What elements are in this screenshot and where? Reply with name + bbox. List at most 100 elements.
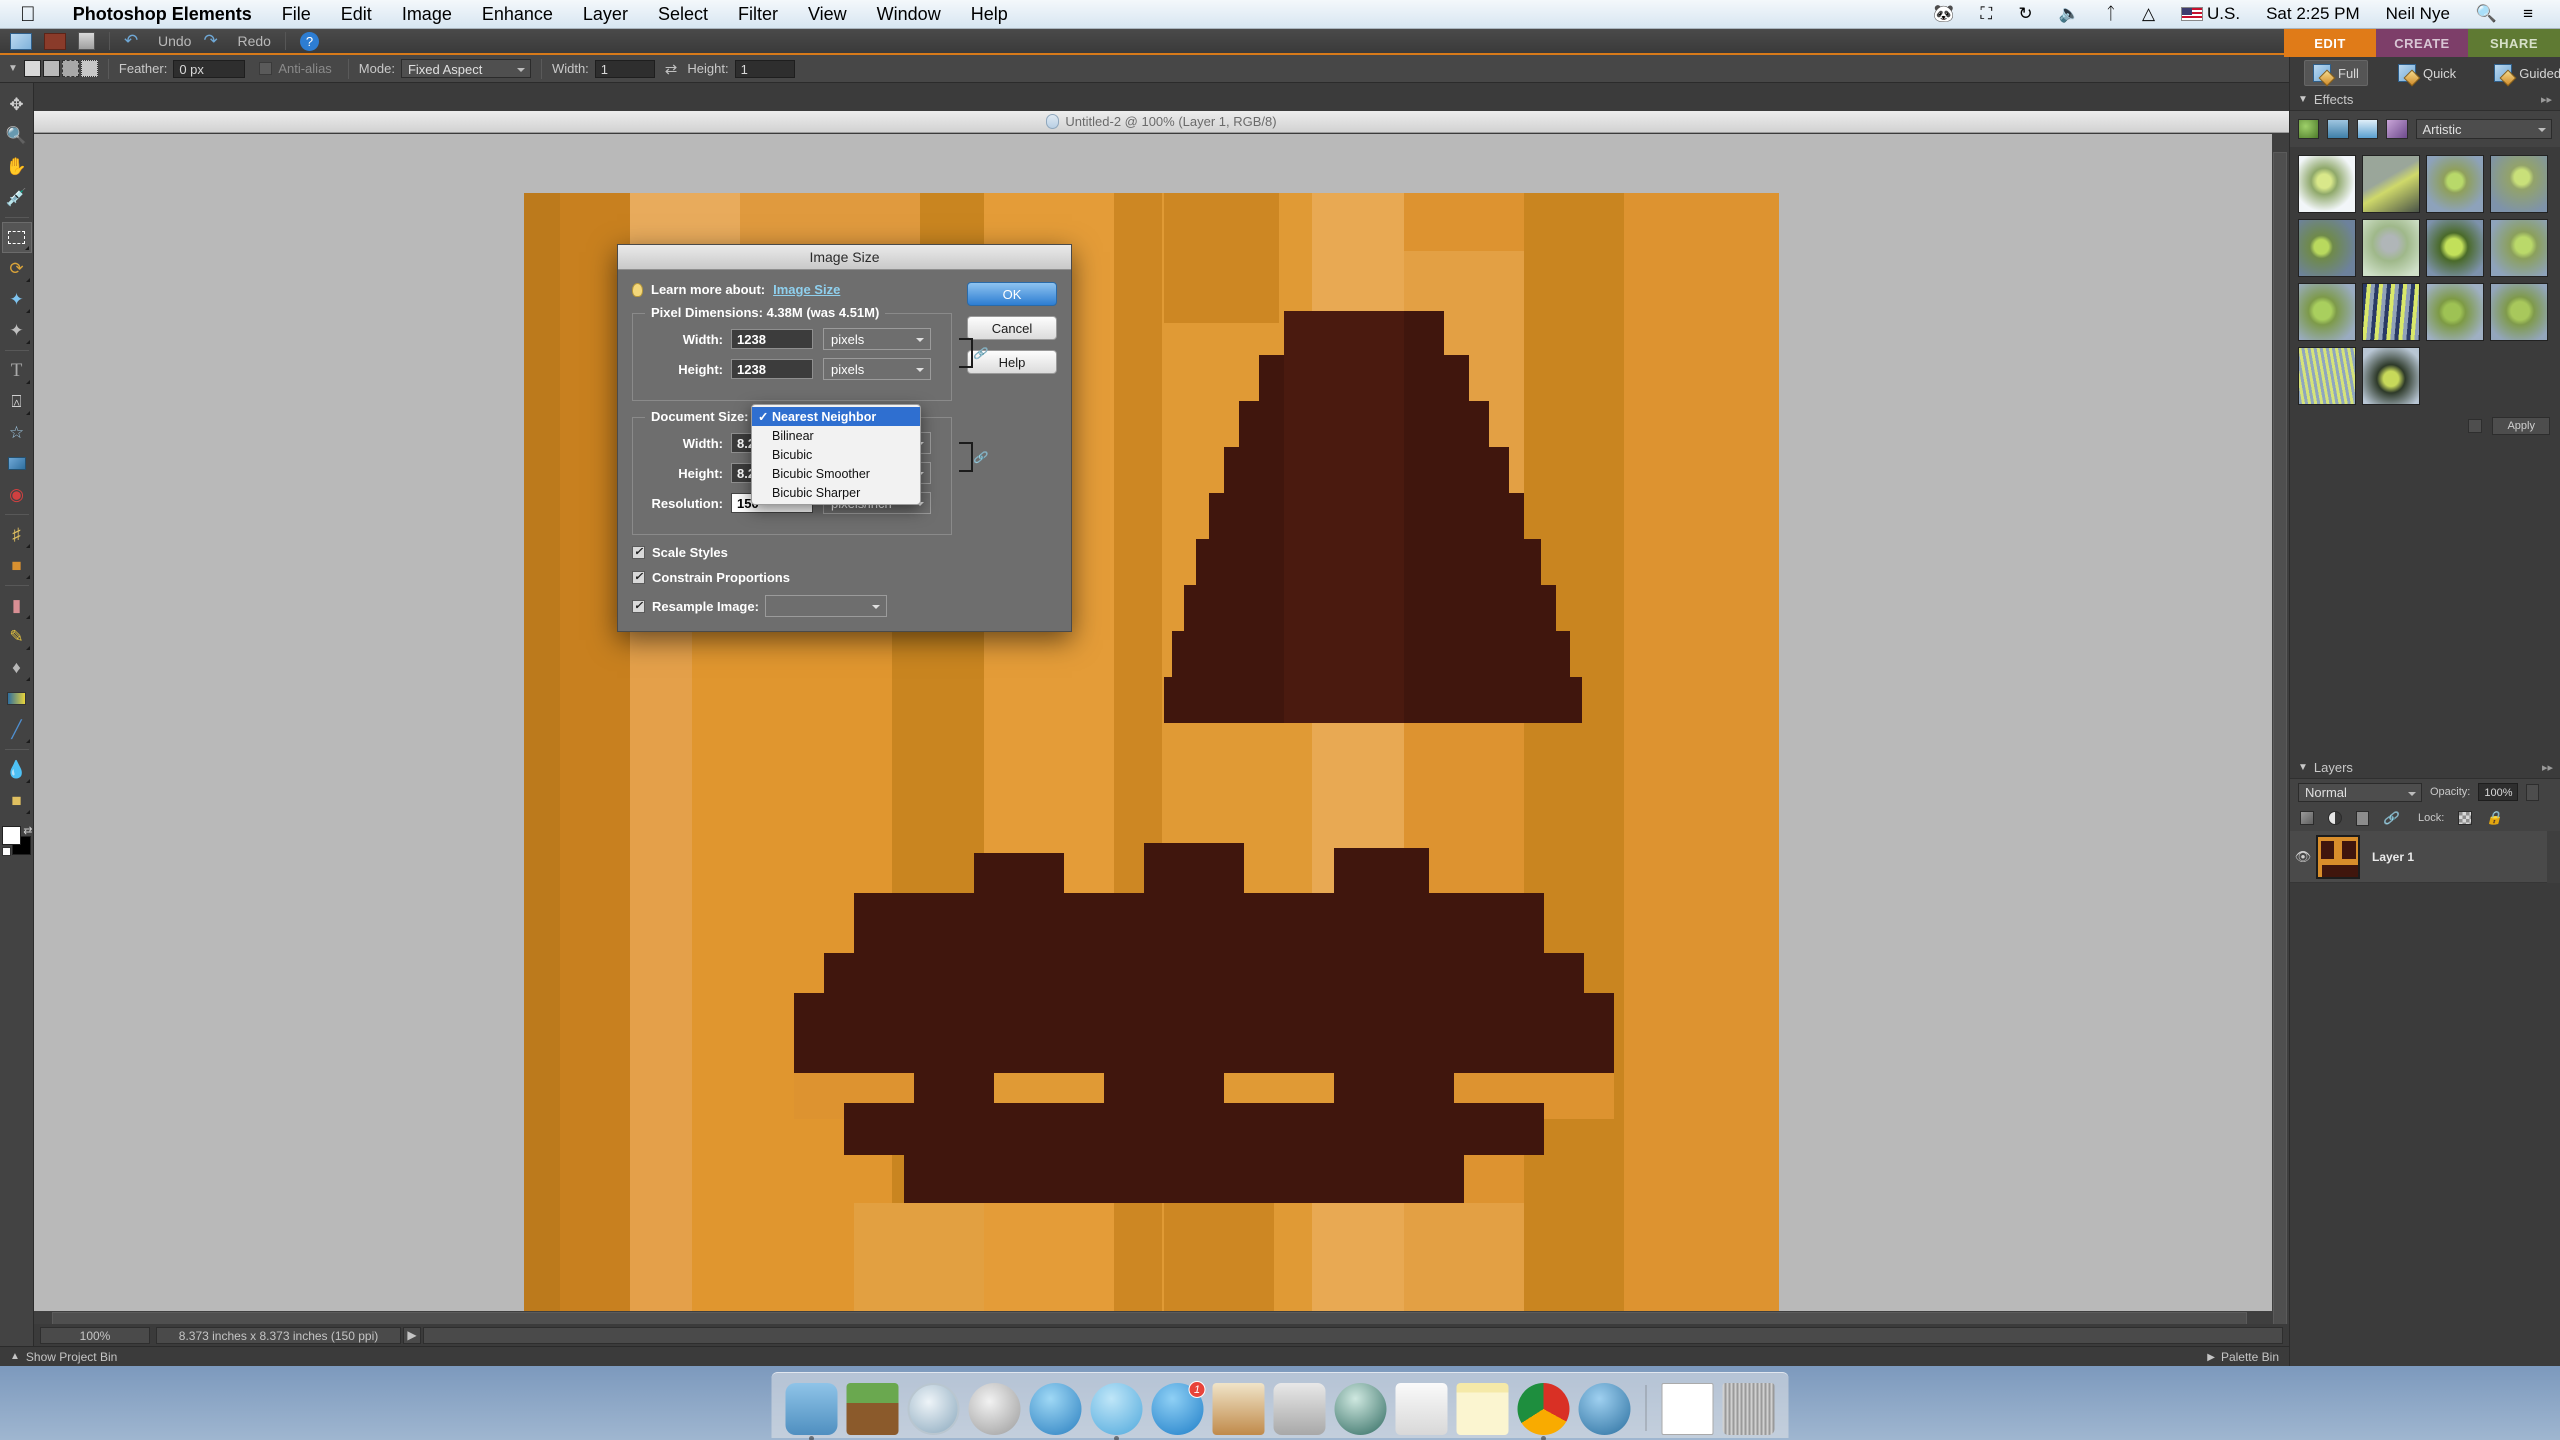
dock-icon-minecraft[interactable] [846, 1383, 899, 1435]
subtract-selection-icon[interactable] [61, 60, 79, 77]
pixel-width-input[interactable]: 1238 [731, 329, 813, 349]
redo-icon[interactable]: ↷ [203, 31, 229, 51]
color-swatches[interactable]: ⇄ [1, 824, 33, 856]
constrain-proportions-checkbox[interactable]: ✓ [632, 571, 645, 584]
pixel-height-input[interactable]: 1238 [731, 359, 813, 379]
dock-icon-messages[interactable] [1090, 1383, 1143, 1440]
effect-thumbnail[interactable] [2362, 155, 2420, 213]
wifi-icon[interactable]: △ [2129, 4, 2168, 24]
dock-icon-time-machine[interactable] [1334, 1383, 1387, 1435]
image-size-help-link[interactable]: Image Size [773, 282, 840, 297]
resample-method-popup-menu[interactable]: ✓ Nearest Neighbor Bilinear Bicubic Bicu… [751, 404, 921, 505]
aspect-width-input[interactable]: 1 [594, 59, 655, 78]
apply-effect-button[interactable]: Apply [2492, 417, 2550, 435]
palette-bin-toggle[interactable]: ▶ Palette Bin [2207, 1347, 2279, 1367]
show-all-icon[interactable] [2386, 119, 2408, 139]
time-machine-icon[interactable]: ↻ [2005, 4, 2045, 24]
popup-item-bicubic[interactable]: Bicubic [752, 445, 920, 464]
menu-item-file[interactable]: File [267, 4, 326, 25]
double-arrow-icon[interactable]: ▸▸ [2541, 93, 2552, 106]
effect-thumbnail[interactable] [2426, 155, 2484, 213]
layer-thumbnail[interactable] [2316, 834, 2360, 879]
save-icon[interactable] [78, 32, 95, 50]
eraser-tool[interactable]: ▮ [2, 590, 32, 621]
new-file-icon[interactable] [10, 32, 32, 50]
dock-icon-system-preferences[interactable] [1273, 1383, 1326, 1435]
resample-image-checkbox[interactable]: ✓ [632, 599, 645, 613]
effect-thumbnail[interactable] [2298, 219, 2356, 277]
zoom-tool[interactable]: 🔍 [2, 120, 32, 151]
cookie-cutter-tool[interactable]: ☆ [2, 417, 32, 448]
clone-stamp-tool[interactable]: ■ [2, 550, 32, 581]
line-tool[interactable]: ╱ [2, 714, 32, 745]
marquee-tool[interactable] [1, 222, 32, 253]
dock-icon-photo-booth[interactable] [1578, 1383, 1631, 1435]
healing-brush-tool[interactable]: ♯ [2, 519, 32, 550]
double-arrow-icon[interactable]: ▸▸ [2542, 761, 2553, 774]
hand-tool[interactable]: ✋ [2, 151, 32, 182]
effect-thumbnail[interactable] [2362, 219, 2420, 277]
airplay-icon[interactable]: ⛶ [1967, 4, 2005, 24]
eyedropper-tool[interactable]: 💉 [2, 182, 32, 213]
edit-mode-guided[interactable]: Guided [2486, 61, 2560, 85]
popup-item-nearest-neighbor[interactable]: ✓ Nearest Neighbor [752, 407, 920, 426]
notification-center-icon[interactable]: ≡ [2510, 4, 2546, 24]
dock-icon-itunes[interactable] [1029, 1383, 1082, 1435]
effect-thumbnail[interactable] [2490, 155, 2548, 213]
resample-image-row[interactable]: ✓ Resample Image: [632, 595, 1057, 617]
swap-colors-icon[interactable]: ⇄ [23, 824, 32, 837]
menu-app-name[interactable]: Photoshop Elements [58, 4, 267, 25]
ok-button[interactable]: OK [967, 282, 1057, 306]
zoom-level-field[interactable]: 100% [40, 1326, 150, 1344]
swap-dimensions-icon[interactable]: ⇄ [665, 60, 678, 78]
effect-thumbnail[interactable] [2298, 347, 2356, 405]
foreground-color-swatch[interactable] [1, 826, 21, 845]
blur-tool[interactable]: 💧 [2, 754, 32, 785]
layers-panel-header[interactable]: ▼ Layers ▸▸ [2290, 757, 2560, 779]
spotlight-search-icon[interactable]: 🔍 [2463, 4, 2510, 24]
effect-thumbnail[interactable] [2362, 347, 2420, 405]
feather-input[interactable]: 0 px [173, 59, 246, 78]
triangle-down-icon[interactable]: ▼ [2298, 762, 2308, 773]
tab-share[interactable]: SHARE [2468, 29, 2560, 57]
adjustment-layer-icon[interactable] [2328, 811, 2342, 825]
effect-thumbnail[interactable] [2298, 283, 2356, 341]
evernote-icon[interactable]: 🐼 [1920, 4, 1967, 24]
selection-mode-group[interactable] [23, 60, 98, 77]
effects-category-dropdown[interactable]: Artistic [2415, 119, 2552, 139]
dock-icon-app-store[interactable]: 1 [1151, 1381, 1206, 1435]
canvas-area[interactable] [34, 134, 2289, 1404]
aspect-height-input[interactable]: 1 [734, 59, 795, 78]
menu-item-view[interactable]: View [793, 4, 862, 25]
selection-mode-dropdown[interactable]: Fixed Aspect Ratio [400, 59, 531, 96]
scale-styles-row[interactable]: ✓ Scale Styles [632, 545, 1057, 560]
crop-tool[interactable]: ⍓ [2, 386, 32, 417]
menu-item-window[interactable]: Window [862, 4, 956, 25]
help-icon[interactable]: ? [299, 31, 319, 51]
new-layer-icon[interactable] [2300, 811, 2314, 825]
filters-icon[interactable] [2298, 119, 2320, 139]
pencil-tool[interactable]: ✎ [2, 621, 32, 652]
effect-thumbnail[interactable] [2426, 219, 2484, 277]
menu-item-enhance[interactable]: Enhance [467, 4, 568, 25]
document-title-bar[interactable]: Untitled-2 @ 100% (Layer 1, RGB/8) [34, 111, 2289, 133]
effect-thumbnail[interactable] [2298, 155, 2356, 213]
menu-bar-clock[interactable]: Sat 2:25 PM [2253, 4, 2373, 24]
tab-create[interactable]: CREATE [2376, 29, 2468, 57]
pixel-height-unit-dropdown[interactable]: pixels [823, 358, 931, 380]
layer-visibility-icon[interactable]: 👁 [2290, 849, 2316, 865]
magic-wand-tool[interactable]: ✦ [2, 315, 32, 346]
dock-icon-trash[interactable] [1722, 1383, 1775, 1435]
scale-styles-checkbox[interactable]: ✓ [632, 546, 645, 559]
menu-item-image[interactable]: Image [387, 4, 467, 25]
dock-icon-notes[interactable] [1456, 1383, 1509, 1435]
undo-icon[interactable]: ↶ [124, 31, 150, 51]
volume-icon[interactable]: 🔈 [2046, 4, 2093, 24]
layer-styles-icon[interactable] [2327, 119, 2349, 139]
straighten-tool[interactable] [2, 448, 32, 479]
constrain-proportions-row[interactable]: ✓ Constrain Proportions [632, 570, 1057, 585]
link-layers-icon[interactable]: 🔗 [2383, 811, 2398, 825]
input-source-indicator[interactable]: U.S. [2168, 4, 2253, 24]
effect-thumbnail[interactable] [2426, 283, 2484, 341]
status-menu-arrow-icon[interactable]: ▶ [403, 1326, 421, 1344]
